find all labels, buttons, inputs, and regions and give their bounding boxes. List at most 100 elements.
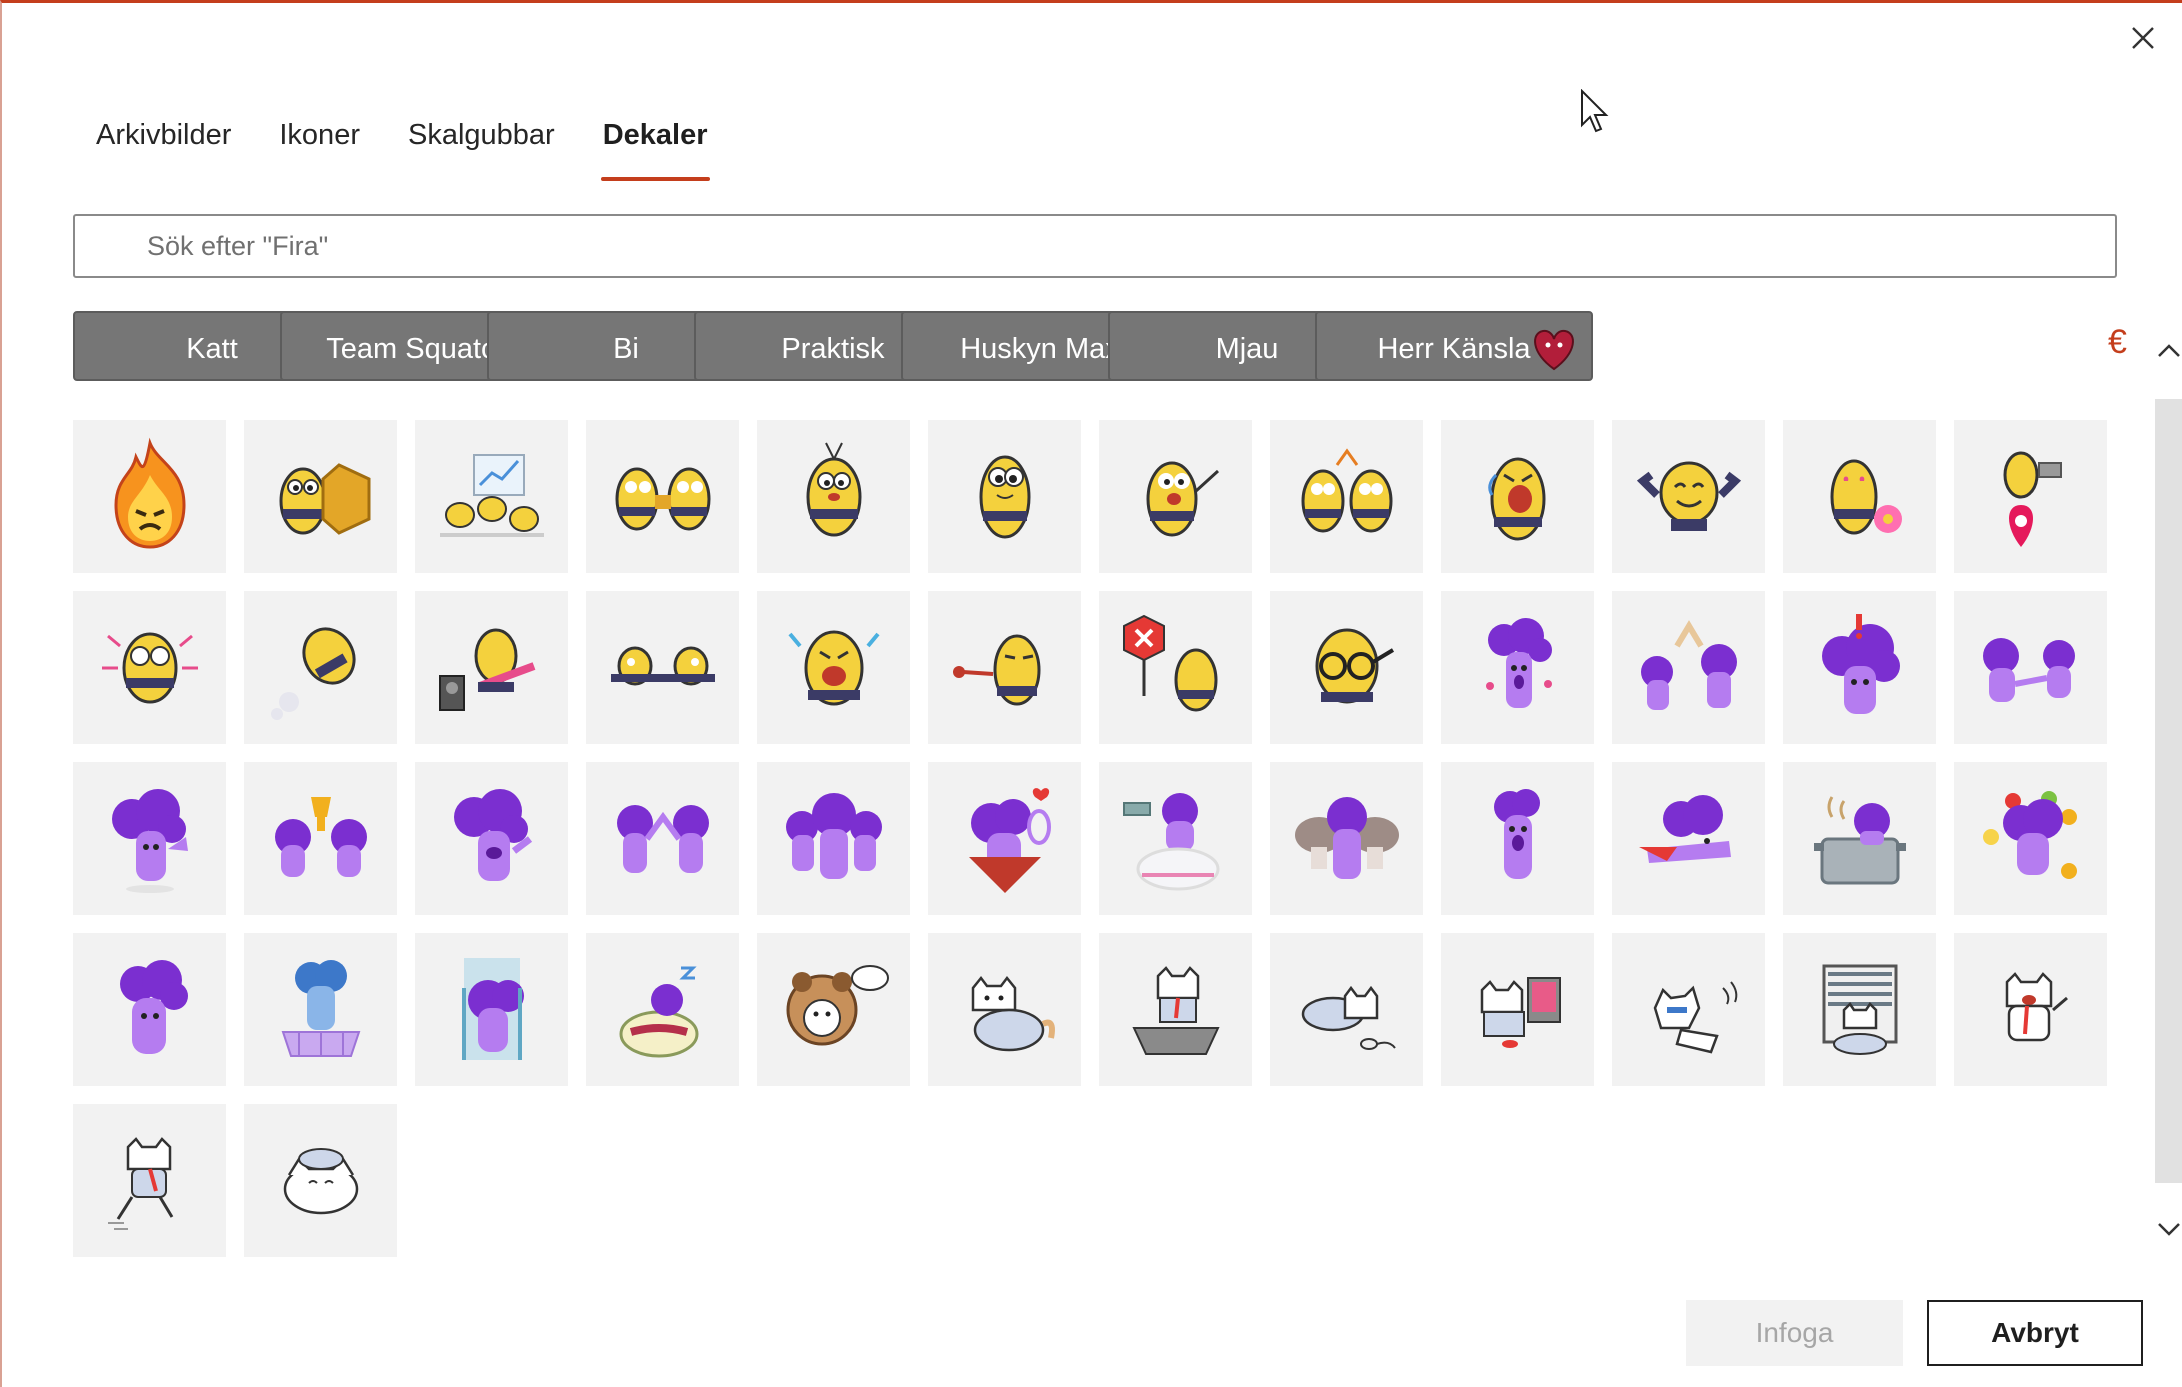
search-box: [73, 214, 2117, 278]
sticker-cat[interactable]: [1783, 933, 1936, 1086]
sticker-purple[interactable]: [928, 762, 1081, 915]
sticker-purple[interactable]: [1783, 762, 1936, 915]
tab-arkivbilder[interactable]: Arkivbilder: [72, 111, 255, 181]
sticker-purple[interactable]: [244, 762, 397, 915]
insert-button[interactable]: Infoga: [1686, 1300, 1903, 1366]
sticker-cat[interactable]: [1099, 933, 1252, 1086]
purple-sticker-icon: [1485, 617, 1552, 708]
bee-sticker-icon: [438, 628, 535, 711]
sticker-bee[interactable]: [1270, 420, 1423, 573]
cat-sticker-icon: [1131, 965, 1220, 1055]
chevron-down-icon: [2158, 1223, 2180, 1236]
sticker-bee[interactable]: [415, 420, 568, 573]
sticker-purple[interactable]: [244, 933, 397, 1086]
bee-sticker-icon: [1301, 447, 1392, 532]
tab-skalgubbar[interactable]: Skalgubbar: [384, 111, 579, 181]
sticker-bee[interactable]: [928, 591, 1081, 744]
sticker-purple[interactable]: [1612, 591, 1765, 744]
sticker-purple[interactable]: [1954, 762, 2107, 915]
purple-sticker-icon: [1294, 796, 1399, 879]
fire-sticker-icon: [113, 437, 186, 549]
tab-ikoner[interactable]: Ikoner: [255, 111, 384, 181]
sticker-purple[interactable]: [586, 933, 739, 1086]
tab-bar: Arkivbilder Ikoner Skalgubbar Dekaler: [72, 111, 732, 181]
sticker-bee[interactable]: [244, 420, 397, 573]
cat-sticker-icon: [1653, 980, 1737, 1053]
dog-sticker-icon: [786, 964, 889, 1045]
cat-sticker-icon: [1301, 985, 1396, 1050]
sticker-cat[interactable]: [1954, 933, 2107, 1086]
sticker-purple[interactable]: [1612, 762, 1765, 915]
sticker-bee[interactable]: [244, 591, 397, 744]
more-categories-button[interactable]: €: [2108, 323, 2127, 362]
sticker-purple[interactable]: [1099, 762, 1252, 915]
purple-sticker-icon: [1821, 613, 1900, 714]
sticker-bee[interactable]: [1783, 420, 1936, 573]
sticker-bee[interactable]: [757, 591, 910, 744]
sticker-bee[interactable]: [73, 591, 226, 744]
heart-thumb-icon: [1534, 329, 1574, 371]
bee-sticker-icon: [806, 442, 861, 536]
purple-sticker-icon: [968, 787, 1051, 893]
sticker-bee[interactable]: [586, 420, 739, 573]
search-input[interactable]: [75, 216, 2115, 276]
purple-sticker-icon: [1982, 790, 2077, 879]
sticker-purple[interactable]: [1783, 591, 1936, 744]
purple-sticker-icon: [1982, 637, 2075, 702]
sticker-cat[interactable]: [1270, 933, 1423, 1086]
category-herr-kansla[interactable]: Herr Känsla: [1315, 311, 1593, 381]
sticker-purple[interactable]: [73, 933, 226, 1086]
bee-sticker-icon: [1636, 461, 1741, 531]
sticker-bee[interactable]: [1612, 420, 1765, 573]
bee-sticker-icon: [1315, 628, 1394, 703]
sticker-cat[interactable]: [1441, 933, 1594, 1086]
bee-sticker-icon: [439, 453, 544, 537]
sticker-bee[interactable]: [1441, 420, 1594, 573]
purple-sticker-icon: [1638, 794, 1731, 863]
sticker-purple[interactable]: [1954, 591, 2107, 744]
chevron-up-icon: [2158, 344, 2180, 357]
sticker-bee[interactable]: [1099, 591, 1252, 744]
sticker-fire[interactable]: [73, 420, 226, 573]
cat-sticker-icon: [971, 975, 1055, 1051]
sticker-cat[interactable]: [1612, 933, 1765, 1086]
sticker-cat[interactable]: [928, 933, 1081, 1086]
sticker-dog[interactable]: [757, 933, 910, 1086]
sticker-purple[interactable]: [73, 762, 226, 915]
purple-sticker-icon: [111, 788, 188, 893]
sticker-cat[interactable]: [73, 1104, 226, 1257]
cat-sticker-icon: [1480, 976, 1561, 1048]
sticker-bee[interactable]: [928, 420, 1081, 573]
sticker-cat[interactable]: [244, 1104, 397, 1257]
sticker-purple[interactable]: [415, 762, 568, 915]
sticker-purple[interactable]: [757, 762, 910, 915]
sticker-purple[interactable]: [415, 933, 568, 1086]
purple-sticker-icon: [1122, 792, 1219, 890]
scrollbar-track[interactable]: [2155, 399, 2182, 1183]
sticker-purple[interactable]: [1441, 591, 1594, 744]
close-button[interactable]: [2122, 17, 2164, 59]
purple-sticker-icon: [1813, 795, 1906, 884]
bee-sticker-icon: [615, 467, 710, 530]
bee-sticker-icon: [1122, 614, 1217, 711]
sticker-bee[interactable]: [1099, 420, 1252, 573]
sticker-bee[interactable]: [586, 591, 739, 744]
sticker-bee[interactable]: [415, 591, 568, 744]
scroll-up-button[interactable]: [2154, 333, 2182, 367]
vertical-scrollbar[interactable]: [2154, 303, 2182, 1253]
bee-sticker-icon: [2003, 451, 2062, 547]
sticker-bee[interactable]: [1954, 420, 2107, 573]
tab-dekaler[interactable]: Dekaler: [579, 111, 732, 181]
sticker-bee[interactable]: [1270, 591, 1423, 744]
cancel-button[interactable]: Avbryt: [1927, 1300, 2143, 1366]
sticker-dialog: Arkivbilder Ikoner Skalgubbar Dekaler Ka…: [0, 0, 2182, 1387]
sticker-purple[interactable]: [1441, 762, 1594, 915]
sticker-bee[interactable]: [757, 420, 910, 573]
scroll-down-button[interactable]: [2154, 1213, 2182, 1247]
sticker-purple[interactable]: [586, 762, 739, 915]
purple-sticker-icon: [785, 792, 882, 879]
purple-sticker-icon: [616, 804, 709, 873]
bee-sticker-icon: [979, 455, 1030, 538]
cat-sticker-icon: [1822, 964, 1897, 1055]
sticker-purple[interactable]: [1270, 762, 1423, 915]
